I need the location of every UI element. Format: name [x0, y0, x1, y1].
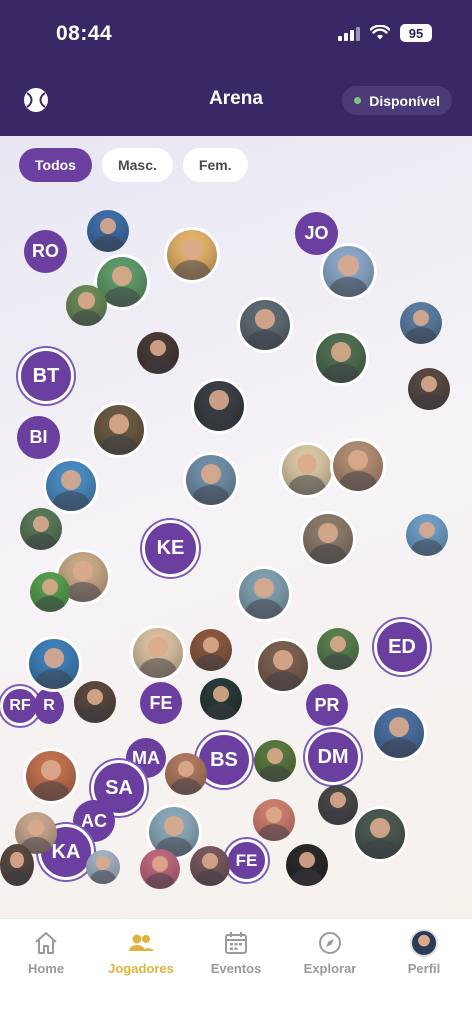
player-photo-19[interactable]	[406, 514, 448, 556]
tab-eventos-label: Eventos	[210, 961, 262, 976]
battery-indicator: 95	[400, 24, 432, 42]
player-photo-29[interactable]	[200, 678, 242, 720]
availability-status-label: Disponível	[369, 92, 440, 109]
tab-home[interactable]: Home	[6, 929, 86, 976]
player-photo-35[interactable]	[318, 785, 358, 825]
player-bubble-ro[interactable]: RO	[24, 230, 67, 273]
player-photo-5[interactable]	[320, 243, 377, 300]
player-photo-23[interactable]	[26, 636, 82, 692]
gender-filters: Todos Masc. Fem.	[19, 148, 248, 182]
player-bubble-bi[interactable]: BI	[17, 416, 60, 459]
player-photo-15[interactable]	[279, 442, 335, 498]
player-photo-30[interactable]	[371, 705, 427, 761]
player-photo-18[interactable]	[300, 511, 356, 567]
player-photo-22[interactable]	[236, 566, 292, 622]
player-photo-8[interactable]	[137, 332, 179, 374]
player-photo-37[interactable]	[352, 806, 408, 862]
calendar-icon	[225, 932, 247, 954]
player-photo-12[interactable]	[91, 402, 147, 458]
profile-avatar	[410, 929, 438, 957]
tab-jogadores-label: Jogadores	[108, 961, 174, 976]
player-photo-43[interactable]	[286, 844, 328, 886]
filter-todos[interactable]: Todos	[19, 148, 92, 182]
tab-home-label: Home	[27, 961, 65, 976]
player-photo-11[interactable]	[408, 368, 450, 410]
player-bubble-fe-1[interactable]: FE	[140, 682, 182, 724]
player-photo-4[interactable]	[66, 285, 107, 326]
player-photo-24[interactable]	[130, 625, 186, 681]
player-photo-9[interactable]	[313, 330, 369, 386]
player-bubble-fe-2[interactable]: FE	[225, 839, 268, 882]
players-icon	[129, 934, 154, 951]
availability-status-button[interactable]: Disponível	[342, 86, 452, 115]
player-photo-16[interactable]	[330, 438, 386, 494]
player-photo-6[interactable]	[237, 297, 293, 353]
player-photo-14[interactable]	[183, 452, 239, 508]
player-photo-17[interactable]	[20, 508, 62, 550]
player-photo-21[interactable]	[30, 572, 70, 612]
player-bubble-bt[interactable]: BT	[18, 348, 74, 404]
status-dot	[354, 97, 362, 104]
players-area: Todos Masc. Fem. RO JO BT BI KE ED RF R …	[0, 136, 472, 918]
home-icon	[35, 932, 57, 954]
player-photo-42[interactable]	[190, 846, 230, 886]
player-photo-10[interactable]	[191, 378, 247, 434]
player-photo-2[interactable]	[164, 227, 220, 283]
player-bubble-ed[interactable]: ED	[374, 619, 430, 675]
player-photo-33[interactable]	[23, 748, 79, 804]
player-bubble-dm[interactable]: DM	[305, 729, 361, 785]
tab-explorar-label: Explorar	[303, 961, 357, 976]
player-photo-7[interactable]	[400, 302, 442, 344]
player-photo-39[interactable]	[0, 844, 34, 886]
bottom-tab-bar: Home Jogadores Eventos Explorar Perfil	[0, 918, 472, 1024]
filter-masc[interactable]: Masc.	[101, 148, 173, 182]
tab-perfil[interactable]: Perfil	[384, 929, 464, 976]
signal-icon	[338, 25, 360, 41]
player-photo-25[interactable]	[190, 629, 232, 671]
player-photo-34[interactable]	[253, 799, 295, 841]
player-bubble-pr[interactable]: PR	[306, 684, 348, 726]
tab-perfil-label: Perfil	[407, 961, 441, 976]
tab-eventos[interactable]: Eventos	[196, 929, 276, 976]
player-photo-13[interactable]	[43, 458, 99, 514]
status-icons: 95	[338, 24, 432, 42]
compass-icon	[319, 932, 341, 954]
player-photo-26[interactable]	[255, 638, 311, 694]
player-bubble-r[interactable]: R	[34, 688, 64, 724]
player-photo-40[interactable]	[86, 850, 120, 884]
player-photo-32[interactable]	[254, 740, 296, 782]
player-photo-1[interactable]	[87, 210, 129, 252]
filter-fem[interactable]: Fem.	[182, 148, 248, 182]
player-bubble-ke[interactable]: KE	[142, 520, 199, 577]
player-photo-27[interactable]	[317, 628, 359, 670]
player-photo-41[interactable]	[140, 849, 180, 889]
status-time: 08:44	[56, 22, 113, 45]
player-photo-31[interactable]	[165, 753, 207, 795]
wifi-icon	[370, 25, 390, 40]
app-header: 08:44 95 Arena Disponível	[0, 0, 472, 136]
player-photo-28[interactable]	[74, 681, 116, 723]
tab-jogadores[interactable]: Jogadores	[101, 929, 181, 976]
tab-explorar[interactable]: Explorar	[290, 929, 370, 976]
